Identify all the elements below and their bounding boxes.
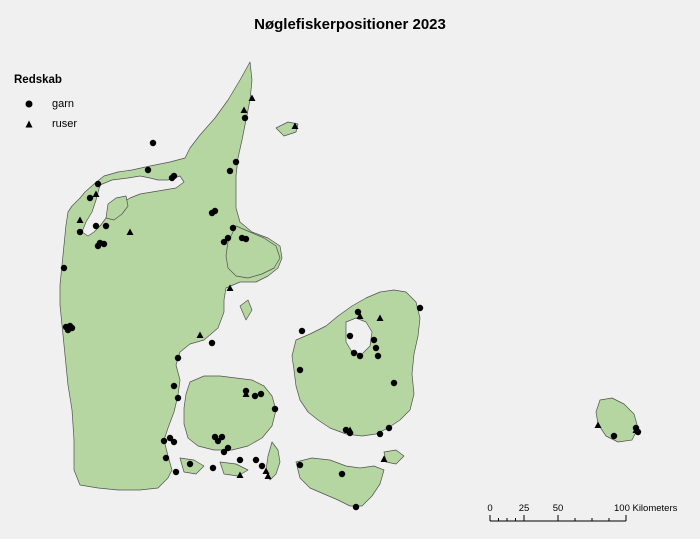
scale-tick-100: 100 Kilometers xyxy=(614,503,678,514)
scale-bar: 0 25 50 100 Kilometers xyxy=(487,503,678,522)
scale-tick-50: 50 xyxy=(553,503,564,514)
scale-tick-25: 25 xyxy=(519,503,530,514)
scale-tick-0: 0 xyxy=(487,503,492,514)
